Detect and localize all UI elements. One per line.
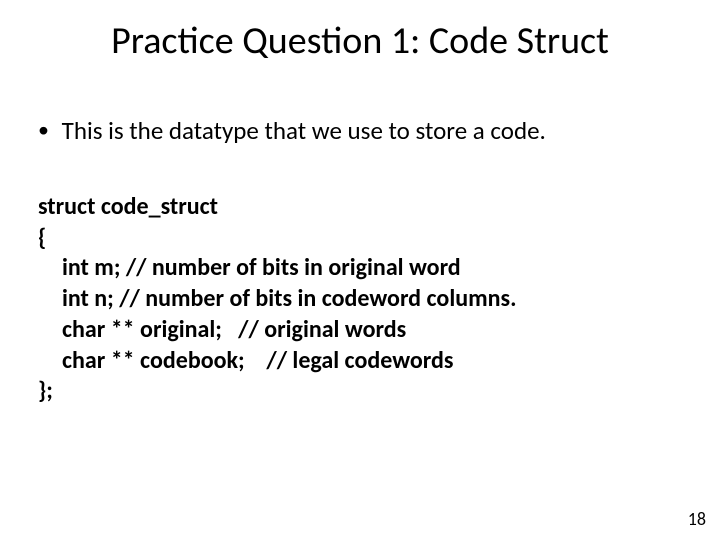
bullet-dot-icon: • bbox=[38, 116, 56, 145]
code-line-6: char ** codebook; // legal codewords bbox=[38, 346, 682, 377]
code-line-1: struct code_struct bbox=[38, 192, 682, 223]
code-block: struct code_struct { int m; // number of… bbox=[38, 192, 682, 407]
bullet-item: • This is the datatype that we use to st… bbox=[38, 116, 682, 146]
slide-title: Practice Question 1: Code Struct bbox=[0, 18, 720, 64]
code-line-2: { bbox=[38, 223, 682, 254]
code-line-5: char ** original; // original words bbox=[38, 315, 682, 346]
code-line-7: }; bbox=[38, 376, 682, 407]
code-line-3: int m; // number of bits in original wor… bbox=[38, 253, 682, 284]
page-number: 18 bbox=[688, 508, 706, 530]
bullet-text: This is the datatype that we use to stor… bbox=[62, 115, 546, 146]
code-line-4: int n; // number of bits in codeword col… bbox=[38, 284, 682, 315]
slide: Practice Question 1: Code Struct • This … bbox=[0, 0, 720, 540]
